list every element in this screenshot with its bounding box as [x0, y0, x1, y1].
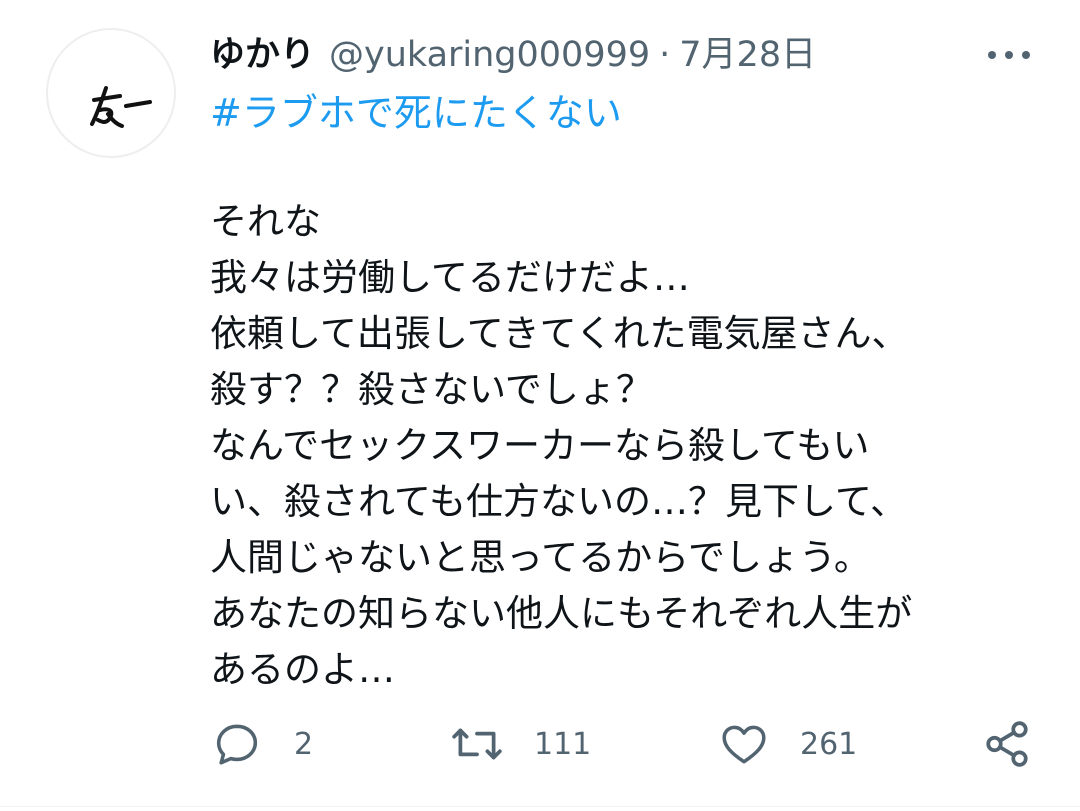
reply-icon: [216, 724, 258, 765]
share-button[interactable]: [982, 712, 1032, 776]
more-horizontal-icon[interactable]: [984, 40, 1034, 70]
tweet-text-line: 我々は労働してるだけだよ…: [210, 256, 690, 299]
retweet-count: 111: [534, 726, 592, 762]
tweet-text-line: あるのよ…: [210, 648, 395, 691]
avatar-handwriting: [90, 86, 152, 128]
tweet-text-line: い、殺されても仕方ないの…？見下して、: [210, 480, 908, 523]
more-dot: [988, 51, 996, 59]
retweet-button[interactable]: 111: [450, 712, 591, 776]
tweet-text-line: 殺す？？殺さないでしょ？: [210, 368, 653, 411]
reply-button[interactable]: 2: [212, 712, 313, 776]
avatar[interactable]: [46, 28, 176, 158]
tweet-text-line: なんでセックスワーカーなら殺してもい: [210, 424, 870, 467]
display-name[interactable]: ゆかり: [210, 30, 315, 80]
tweet-text-line: 依頼して出張してきてくれた電気屋さん、: [210, 312, 909, 355]
tweet[interactable]: ゆかり @yukaring000999 · 7月28日 #ラブホで死にたくない …: [0, 0, 1080, 811]
heart-icon: [722, 725, 766, 764]
tweet-header: ゆかり @yukaring000999 · 7月28日: [210, 30, 816, 80]
divider: [0, 806, 1080, 807]
like-count: 261: [800, 726, 858, 762]
tweet-date[interactable]: 7月28日: [679, 30, 816, 80]
tweet-text-line: 人間じゃないと思ってるからでしょう。: [210, 536, 871, 579]
tweet-text: それな 我々は労働してるだけだよ… 依頼して出張してきてくれた電気屋さん、 殺す…: [210, 194, 1050, 698]
more-dot: [1005, 51, 1013, 59]
like-button[interactable]: 261: [718, 712, 857, 776]
action-bar: 2 111 261: [0, 712, 1080, 776]
tweet-text-line: あなたの知らない他人にもそれぞれ人生が: [210, 592, 913, 635]
separator-dot: ·: [659, 35, 671, 75]
share-icon: [986, 721, 1028, 767]
retweet-icon: [452, 728, 502, 760]
hashtag-link[interactable]: #ラブホで死にたくない: [210, 86, 622, 140]
more-dot: [1022, 51, 1030, 59]
user-handle[interactable]: @yukaring000999: [329, 30, 650, 80]
reply-count: 2: [294, 726, 314, 762]
tweet-text-line: それな: [210, 200, 321, 243]
